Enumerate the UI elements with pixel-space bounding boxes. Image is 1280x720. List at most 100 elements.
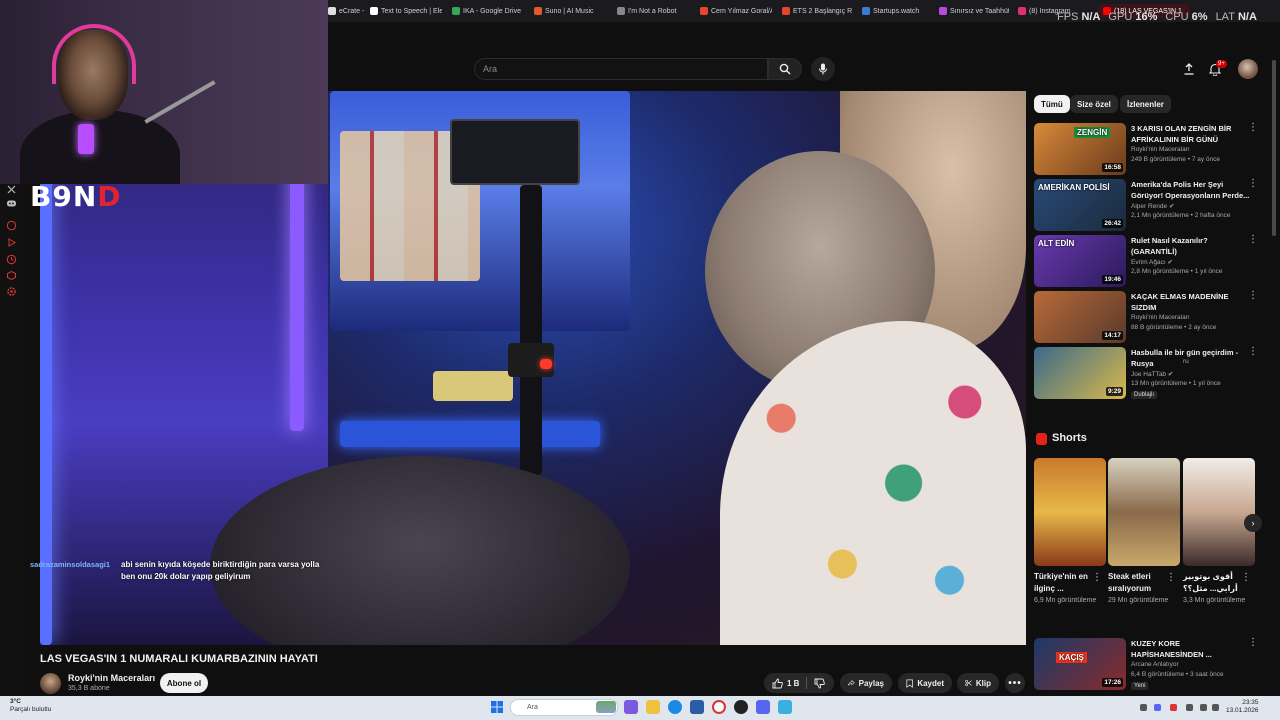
- channel-name[interactable]: Royki'nin Maceraları: [68, 673, 155, 683]
- upload-button[interactable]: [1180, 60, 1198, 78]
- close-icon[interactable]: [6, 184, 17, 195]
- discord-icon[interactable]: [6, 198, 17, 209]
- recommended-channel-name[interactable]: Arcane Anlatıyor: [1131, 661, 1179, 668]
- page-scrollbar[interactable]: [1272, 60, 1276, 236]
- short-thumbnail[interactable]: [1034, 458, 1106, 566]
- recommended-video-title[interactable]: Hasbulla ile bir gün geçirdim - Rusya: [1131, 347, 1251, 369]
- more-vertical-icon[interactable]: ⋮: [1092, 572, 1102, 583]
- recommended-channel-name[interactable]: Joe HaTTab ✔: [1131, 370, 1173, 378]
- short-thumbnail[interactable]: [1183, 458, 1255, 566]
- more-vertical-icon[interactable]: ⋮: [1248, 235, 1258, 245]
- like-count[interactable]: 1 B: [787, 679, 799, 688]
- network-icon[interactable]: [1200, 704, 1207, 711]
- messenger-icon[interactable]: [6, 220, 17, 231]
- recommended-channel-name[interactable]: Royki'nin Maceraları: [1131, 314, 1190, 321]
- history-icon[interactable]: [6, 254, 17, 265]
- store-icon[interactable]: [690, 700, 704, 714]
- voice-search-button[interactable]: [811, 57, 835, 81]
- more-vertical-icon[interactable]: ⋮: [1248, 179, 1258, 189]
- edge-icon[interactable]: [668, 700, 682, 714]
- like-icon[interactable]: [772, 678, 783, 689]
- short-item[interactable]: Steak etleri sıralıyorum 29 Mn görüntülem…: [1108, 458, 1180, 606]
- volume-icon[interactable]: [1212, 704, 1219, 711]
- recommended-video[interactable]: AMERİKAN POLİSİ 26:42 Amerika'da Polis Her…: [1034, 179, 1274, 231]
- recommended-video[interactable]: 14:17 KAÇAK ELMAS MADENİNE SIZDIM Royki'ni…: [1034, 291, 1274, 343]
- recommended-video-title[interactable]: KUZEY KORE HAPİSHANESİNDEN ...: [1131, 638, 1251, 660]
- browser-tab[interactable]: Sınırsız ve Taahhüts: [939, 4, 1009, 18]
- share-button[interactable]: Paylaş: [840, 673, 892, 693]
- recommended-channel-name[interactable]: Royki'nin Maceraları: [1131, 146, 1190, 153]
- filter-chip[interactable]: Tümü: [1034, 95, 1070, 113]
- clip-button[interactable]: Klip: [957, 673, 999, 693]
- search-input[interactable]: Ara: [474, 58, 768, 80]
- recommended-channel-name[interactable]: Alper Rende ✔: [1131, 202, 1174, 210]
- browser-tab[interactable]: I'm Not a Robot: [617, 4, 689, 18]
- cube-icon[interactable]: [6, 270, 17, 281]
- more-vertical-icon[interactable]: ⋮: [1248, 347, 1258, 357]
- filter-chip[interactable]: İzlenenler: [1120, 95, 1171, 113]
- recommended-channel-name[interactable]: Evrim Ağacı ✔: [1131, 258, 1173, 266]
- video-thumbnail[interactable]: ZENGİN 16:58: [1034, 123, 1126, 175]
- clock[interactable]: 23:35 13.01.2026: [1226, 699, 1259, 715]
- copilot-icon[interactable]: [624, 700, 638, 714]
- short-thumbnail[interactable]: [1108, 458, 1180, 566]
- bill-acceptor: [433, 371, 513, 401]
- more-vertical-icon[interactable]: ⋮: [1248, 123, 1258, 133]
- more-actions-button[interactable]: •••: [1005, 673, 1025, 693]
- short-title[interactable]: Türkiye'nin en ilginç ...: [1034, 571, 1094, 595]
- short-item[interactable]: Türkiye'nin en ilginç ... 6,9 Mn görüntül…: [1034, 458, 1106, 606]
- video-thumbnail[interactable]: 14:17: [1034, 291, 1126, 343]
- video-thumbnail[interactable]: ALT EDİN 19:46: [1034, 235, 1126, 287]
- short-item[interactable]: أقوى بوتوبير أرابي... مثل؟؟ 3,3 Mn görünt…: [1183, 458, 1255, 606]
- stream-logo-text: B9N: [30, 180, 98, 213]
- account-avatar[interactable]: [1238, 59, 1258, 79]
- play-icon[interactable]: [6, 237, 17, 248]
- browser-tab[interactable]: Text to Speech | Elev: [370, 4, 442, 18]
- recommended-video[interactable]: ZENGİN 16:58 3 KARISI OLAN ZENGİN BİR AFRİ…: [1034, 123, 1274, 175]
- browser-tab[interactable]: Startups.watch: [862, 4, 930, 18]
- chat-username: sadrazaminsoldasagi1: [30, 560, 111, 569]
- browser-tab[interactable]: ETS 2 Başlangıç Reh: [782, 4, 852, 18]
- short-title[interactable]: أقوى بوتوبير أرابي... مثل؟؟: [1183, 571, 1243, 595]
- browser-tab[interactable]: IKA - Google Drive: [452, 4, 524, 18]
- channel-avatar[interactable]: [40, 673, 61, 694]
- filter-chip[interactable]: Size özel: [1070, 95, 1118, 113]
- weather-widget[interactable]: 3°C Parçalı bulutlu: [10, 698, 51, 714]
- browser-tab[interactable]: Suno | AI Music: [534, 4, 606, 18]
- recommended-video-title[interactable]: 3 KARISI OLAN ZENGİN BİR AFRİKALININ BİR…: [1131, 123, 1251, 145]
- recommended-video[interactable]: ALT EDİN 19:46 Rulet Nasıl Kazanılır? (GAR…: [1034, 235, 1274, 287]
- tray-opera-icon[interactable]: [1170, 704, 1177, 711]
- more-vertical-icon[interactable]: ⋮: [1166, 572, 1176, 583]
- more-vertical-icon[interactable]: ⋮: [1248, 291, 1258, 301]
- tray-discord-icon[interactable]: [1154, 704, 1161, 711]
- search-button[interactable]: [768, 58, 802, 80]
- recommended-video-title[interactable]: Amerika'da Polis Her Şeyi Görüyor! Opera…: [1131, 179, 1251, 201]
- more-vertical-icon[interactable]: ⋮: [1241, 572, 1251, 583]
- opera-icon[interactable]: [712, 700, 726, 714]
- video-thumbnail[interactable]: KAÇIŞ 17:26: [1034, 638, 1126, 690]
- file-explorer-icon[interactable]: [646, 700, 660, 714]
- browser-tab[interactable]: Cem Yılmaz Goral/Ar: [700, 4, 772, 18]
- more-vertical-icon[interactable]: ⋮: [1248, 638, 1258, 648]
- browser-tab[interactable]: eCrate - M: [328, 4, 366, 18]
- discord-taskbar-icon[interactable]: [756, 700, 770, 714]
- subscribe-button[interactable]: Abone ol: [160, 673, 208, 693]
- windows-start-icon[interactable]: [490, 700, 504, 714]
- dislike-icon[interactable]: [814, 678, 826, 689]
- short-title[interactable]: Steak etleri sıralıyorum: [1108, 571, 1168, 595]
- obs-icon[interactable]: [734, 700, 748, 714]
- save-button[interactable]: Kaydet: [898, 673, 952, 693]
- app-icon[interactable]: [778, 700, 792, 714]
- share-icon: [848, 679, 855, 686]
- video-thumbnail[interactable]: AMERİKAN POLİSİ 26:42: [1034, 179, 1126, 231]
- video-thumbnail[interactable]: 9:29: [1034, 347, 1126, 399]
- recommended-video-title[interactable]: Rulet Nasıl Kazanılır? (GARANTİLİ): [1131, 235, 1251, 257]
- thumbnail-text: AMERİKAN POLİSİ: [1038, 183, 1110, 192]
- recommended-video[interactable]: KAÇIŞ 17:26 KUZEY KORE HAPİSHANESİNDEN ...…: [1034, 638, 1274, 690]
- recommended-video[interactable]: 9:29 Hasbulla ile bir gün geçirdim - Rusy…: [1034, 347, 1274, 399]
- shorts-next-button[interactable]: ›: [1244, 514, 1262, 532]
- recommended-video-title[interactable]: KAÇAK ELMAS MADENİNE SIZDIM: [1131, 291, 1251, 313]
- settings-icon[interactable]: [6, 286, 17, 297]
- tray-chevron-icon[interactable]: [1140, 704, 1147, 711]
- mic-tray-icon[interactable]: [1186, 704, 1193, 711]
